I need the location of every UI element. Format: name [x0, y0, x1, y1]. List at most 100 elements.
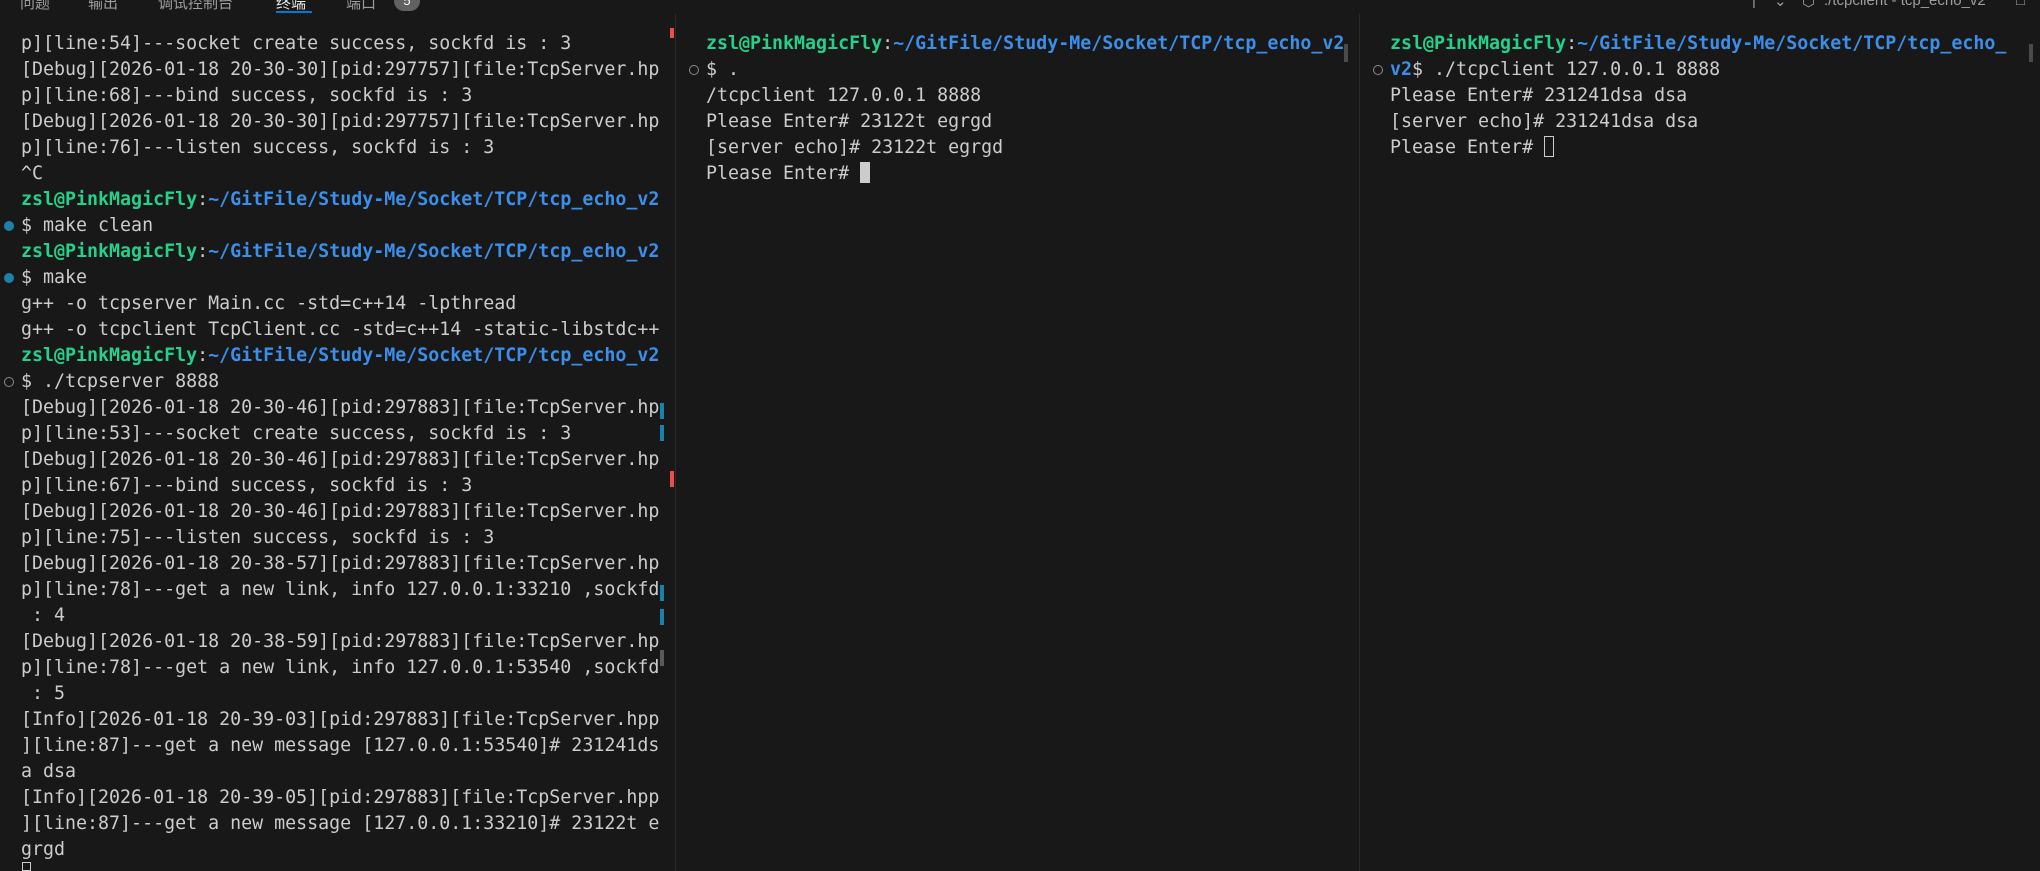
- scrollbar-marker: [660, 585, 664, 601]
- output-line: /tcpclient 127.0.0.1 8888: [706, 83, 1344, 109]
- line-text: /tcpclient 127.0.0.1 8888: [706, 85, 982, 106]
- scrollbar-marker: [660, 425, 664, 441]
- output-line: [Debug][2026-01-18 20-30-46][pid:297883]…: [21, 447, 659, 473]
- prompt-separator: :: [1566, 33, 1578, 54]
- line-text: Please Enter#: [706, 163, 861, 184]
- output-line: p][line:75]---listen success, sockfd is …: [21, 525, 659, 551]
- output-line: $ make clean: [21, 213, 659, 239]
- terminal-client-1[interactable]: zsl@PinkMagicFly:~/GitFile/Study-Me/Sock…: [676, 14, 1359, 871]
- output-line: p][line:78]---get a new link, info 127.0…: [21, 577, 659, 603]
- prompt-line: zsl@PinkMagicFly:~/GitFile/Study-Me/Sock…: [21, 187, 659, 213]
- line-text: p][line:78]---get a new link, info 127.0…: [21, 579, 660, 600]
- output-line: a dsa: [21, 759, 659, 785]
- output-line: [server echo]# 23122t egrgd: [706, 135, 1344, 161]
- line-text: [Debug][2026-01-18 20-38-59][pid:297883]…: [21, 631, 660, 652]
- line-text: p][line:78]---get a new link, info 127.0…: [21, 657, 660, 678]
- line-text: $ make: [21, 267, 88, 288]
- line-text: p][line:54]---socket create success, soc…: [21, 33, 572, 54]
- output-line: g++ -o tcpserver Main.cc -std=c++14 -lpt…: [21, 291, 659, 317]
- text-cursor: [1544, 136, 1555, 157]
- prompt-path: ~/GitFile/Study-Me/Socket/TCP/tcp_echo_: [1577, 33, 2007, 54]
- terminal-cursor: [22, 862, 31, 871]
- output-line: p][line:68]---bind success, sockfd is : …: [21, 83, 659, 109]
- split-terminal-icon[interactable]: |: [1752, 0, 1756, 14]
- line-text: : 4: [21, 605, 66, 626]
- line-text: ^C: [21, 163, 44, 184]
- command-success-decoration-icon[interactable]: [4, 221, 14, 231]
- line-text: [Debug][2026-01-18 20-38-57][pid:297883]…: [21, 553, 660, 574]
- chevron-down-icon[interactable]: ⌄: [1774, 0, 1787, 14]
- prompt-separator: :: [197, 189, 209, 210]
- input-line: Please Enter#: [706, 161, 1344, 187]
- text-cursor: [860, 162, 871, 183]
- line-text: $ ./tcpserver 8888: [21, 371, 220, 392]
- terminal-client-2-output: zsl@PinkMagicFly:~/GitFile/Study-Me/Sock…: [1390, 31, 2006, 161]
- line-text: [Info][2026-01-18 20-39-05][pid:297883][…: [21, 787, 660, 808]
- prompt-line: v2$ ./tcpclient 127.0.0.1 8888: [1390, 57, 2006, 83]
- prompt-line: zsl@PinkMagicFly:~/GitFile/Study-Me/Sock…: [1390, 31, 2006, 57]
- prompt-path: ~/GitFile/Study-Me/Socket/TCP/tcp_echo_v…: [208, 345, 660, 366]
- line-text: a dsa: [21, 761, 77, 782]
- prompt-path: ~/GitFile/Study-Me/Socket/TCP/tcp_echo_v…: [893, 33, 1345, 54]
- line-text: Please Enter# 23122t egrgd: [706, 111, 993, 132]
- command-running-decoration-icon[interactable]: [4, 377, 14, 387]
- output-line: p][line:76]---listen success, sockfd is …: [21, 135, 659, 161]
- terminal-shell-icon[interactable]: ⬡: [1802, 0, 1815, 14]
- tab-ports[interactable]: 端口: [346, 0, 376, 14]
- output-line: [Debug][2026-01-18 20-30-30][pid:297757]…: [21, 57, 659, 83]
- output-line: [Info][2026-01-18 20-39-05][pid:297883][…: [21, 785, 659, 811]
- output-line: : 4: [21, 603, 659, 629]
- tab-output[interactable]: 输出: [88, 0, 118, 14]
- output-line: p][line:53]---socket create success, soc…: [21, 421, 659, 447]
- prompt-line: zsl@PinkMagicFly:~/GitFile/Study-Me/Sock…: [21, 343, 659, 369]
- line-text: : 5: [21, 683, 66, 704]
- terminal-scrollbar[interactable]: [2029, 44, 2033, 62]
- tab-debug-console[interactable]: 调试控制台: [158, 0, 233, 14]
- command-success-decoration-icon[interactable]: [4, 273, 14, 283]
- maximize-panel-icon[interactable]: □: [2016, 0, 2025, 14]
- panel-tab-strip: 问题 输出 调试控制台 终端 端口 5 | ⌄ ⬡ ./tcpclient - …: [0, 0, 2040, 14]
- scrollbar-marker: [660, 609, 664, 625]
- line-text: p][line:67]---bind success, sockfd is : …: [21, 475, 473, 496]
- line-text: [Debug][2026-01-18 20-30-30][pid:297757]…: [21, 59, 660, 80]
- output-line: ][line:87]---get a new message [127.0.0.…: [21, 733, 659, 759]
- command-running-decoration-icon[interactable]: [1373, 65, 1383, 75]
- output-line: [Debug][2026-01-18 20-30-46][pid:297883]…: [21, 499, 659, 525]
- scrollbar-marker: [660, 403, 664, 419]
- line-text: [Info][2026-01-18 20-39-03][pid:297883][…: [21, 709, 660, 730]
- output-line: [Debug][2026-01-18 20-30-30][pid:297757]…: [21, 109, 659, 135]
- command-running-decoration-icon[interactable]: [689, 65, 699, 75]
- output-line: Please Enter# 23122t egrgd: [706, 109, 1344, 135]
- line-text: [Debug][2026-01-18 20-30-30][pid:297757]…: [21, 111, 660, 132]
- output-line: p][line:78]---get a new link, info 127.0…: [21, 655, 659, 681]
- output-line: g++ -o tcpclient TcpClient.cc -std=c++14…: [21, 317, 659, 343]
- line-text: p][line:75]---listen success, sockfd is …: [21, 527, 495, 548]
- tab-problems[interactable]: 问题: [20, 0, 50, 14]
- line-text: $ .: [706, 59, 740, 80]
- output-line: Please Enter# 231241dsa dsa: [1390, 83, 2006, 109]
- terminal-client-2[interactable]: zsl@PinkMagicFly:~/GitFile/Study-Me/Sock…: [1360, 14, 2040, 871]
- output-line: grgd: [21, 837, 659, 863]
- line-text: grgd: [21, 839, 66, 860]
- output-line: ][line:87]---get a new message [127.0.0.…: [21, 811, 659, 837]
- scrollbar-marker-error: [670, 28, 674, 38]
- command-text: $ ./tcpclient 127.0.0.1 8888: [1412, 59, 1721, 80]
- line-text: [server echo]# 231241dsa dsa: [1390, 111, 1699, 132]
- prompt-user: zsl@PinkMagicFly: [21, 189, 198, 210]
- line-text: ][line:87]---get a new message [127.0.0.…: [21, 813, 660, 834]
- output-line: [Debug][2026-01-18 20-30-46][pid:297883]…: [21, 395, 659, 421]
- line-text: ][line:87]---get a new message [127.0.0.…: [21, 735, 660, 756]
- line-text: Please Enter#: [1390, 137, 1545, 158]
- line-text: g++ -o tcpclient TcpClient.cc -std=c++14…: [21, 319, 660, 340]
- line-text: $ make clean: [21, 215, 154, 236]
- terminal-client-1-output: zsl@PinkMagicFly:~/GitFile/Study-Me/Sock…: [706, 31, 1344, 187]
- input-line: Please Enter#: [1390, 135, 2006, 161]
- terminal-server[interactable]: p][line:54]---socket create success, soc…: [0, 14, 675, 871]
- terminal-scrollbar[interactable]: [1344, 44, 1348, 62]
- output-line: [Info][2026-01-18 20-39-03][pid:297883][…: [21, 707, 659, 733]
- prompt-separator: :: [197, 241, 209, 262]
- prompt-user: zsl@PinkMagicFly: [706, 33, 883, 54]
- prompt-separator: :: [197, 345, 209, 366]
- active-terminal-title[interactable]: ./tcpclient - tcp_echo_v2: [1824, 0, 1986, 14]
- line-text: [Debug][2026-01-18 20-30-46][pid:297883]…: [21, 501, 660, 522]
